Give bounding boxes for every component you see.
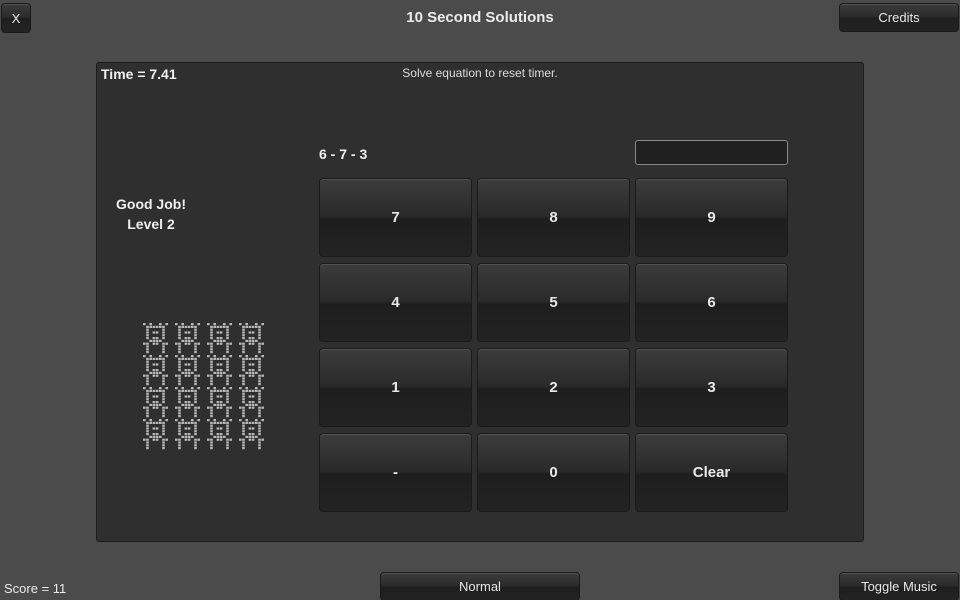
key-8-button[interactable]: 8	[477, 178, 630, 257]
pixel-creature-icon	[237, 322, 269, 354]
status-good-job: Good Job!	[116, 196, 186, 212]
difficulty-button[interactable]: Normal	[380, 572, 580, 600]
pixel-creature-icon	[205, 354, 237, 386]
key-2-button[interactable]: 2	[477, 348, 630, 427]
pixel-creature-icon	[141, 386, 173, 418]
key-0-button[interactable]: 0	[477, 433, 630, 512]
pixel-creature-icon	[237, 386, 269, 418]
key-3-button[interactable]: 3	[635, 348, 788, 427]
clear-button[interactable]: Clear	[635, 433, 788, 512]
equation-text: 6 - 7 - 3	[319, 146, 368, 162]
score-text: Score = 11	[4, 581, 67, 596]
answer-input[interactable]	[635, 140, 788, 165]
pixel-creature-icon	[173, 386, 205, 418]
status-message: Good Job! Level 2	[96, 194, 206, 234]
key-5-button[interactable]: 5	[477, 263, 630, 342]
pixel-creature-icon	[173, 418, 205, 450]
hint-text: Solve equation to reset timer.	[402, 66, 558, 80]
pixel-creature-icon	[205, 322, 237, 354]
key-4-button[interactable]: 4	[319, 263, 472, 342]
key-6-button[interactable]: 6	[635, 263, 788, 342]
key-minus-button[interactable]: -	[319, 433, 472, 512]
pixel-creature-icon	[173, 322, 205, 354]
pixel-creature-icon	[237, 354, 269, 386]
key-7-button[interactable]: 7	[319, 178, 472, 257]
game-title: 10 Second Solutions	[406, 9, 554, 26]
game-screen: X 10 Second Solutions Credits Time = 7.4…	[0, 0, 960, 600]
pixel-creature-icon	[205, 386, 237, 418]
pixel-creature-icon	[141, 418, 173, 450]
pixel-creature-icon	[205, 418, 237, 450]
key-9-button[interactable]: 9	[635, 178, 788, 257]
sprite-grid	[141, 322, 269, 450]
toggle-music-button[interactable]: Toggle Music	[839, 572, 959, 600]
pixel-creature-icon	[237, 418, 269, 450]
key-1-button[interactable]: 1	[319, 348, 472, 427]
status-level: Level 2	[127, 216, 175, 232]
pixel-creature-icon	[141, 354, 173, 386]
pixel-creature-icon	[141, 322, 173, 354]
credits-button[interactable]: Credits	[839, 3, 959, 32]
pixel-creature-icon	[173, 354, 205, 386]
